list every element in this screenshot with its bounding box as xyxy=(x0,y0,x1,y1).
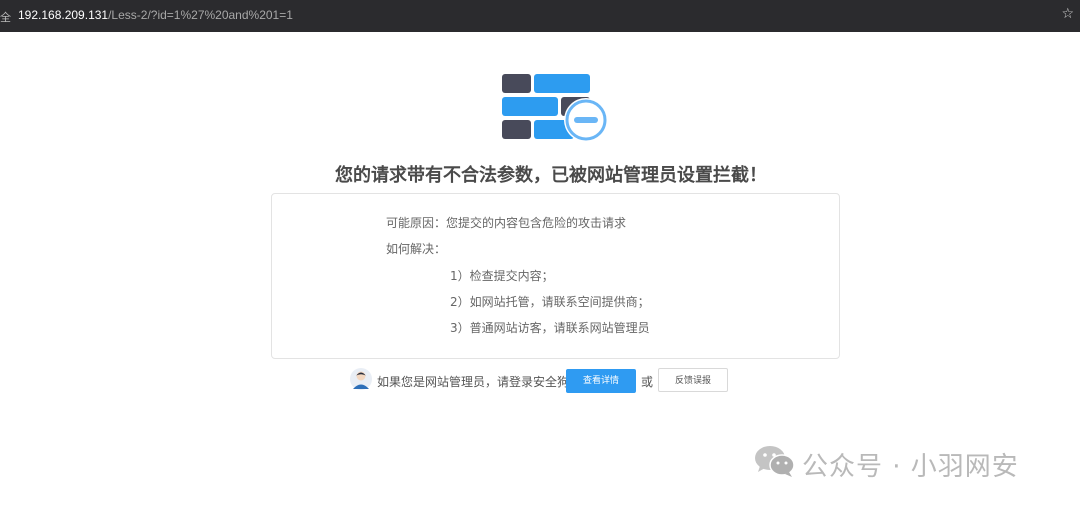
step-item: 1）检查提交内容； xyxy=(450,269,554,283)
watermark: 公众号 · 小羽网安 xyxy=(754,442,1054,482)
wechat-icon xyxy=(755,446,795,477)
security-indicator[interactable]: 全 xyxy=(0,9,11,25)
admin-row: 如果您是网站管理员，请登录安全狗 查看详情 或 反馈误报 xyxy=(350,368,750,394)
admin-prompt-text: 如果您是网站管理员，请登录安全狗 xyxy=(377,375,570,389)
url-host: 192.168.209.131 xyxy=(18,8,109,22)
step-item: 2）如网站托管，请联系空间提供商； xyxy=(450,295,650,309)
address-bar: 全 192.168.209.131/Less-2/?id=1%27%20and%… xyxy=(0,0,1080,32)
url-field[interactable]: 192.168.209.131/Less-2/?id=1%27%20and%20… xyxy=(18,8,293,22)
url-path: /Less-2/?id=1%27%20and%201=1 xyxy=(108,8,293,22)
view-details-button[interactable]: 查看详情 xyxy=(566,369,636,393)
watermark-text: 公众号 · 小羽网安 xyxy=(802,452,1019,482)
star-icon[interactable]: ☆ xyxy=(1061,6,1074,22)
or-text: 或 xyxy=(641,375,654,389)
report-false-positive-button[interactable]: 反馈误报 xyxy=(658,368,728,392)
reason-text: 可能原因：您提交的内容包含危险的攻击请求 xyxy=(386,216,627,230)
info-box: 可能原因：您提交的内容包含危险的攻击请求 如何解决： 1）检查提交内容； 2）如… xyxy=(271,193,840,359)
firewall-block-icon xyxy=(502,74,608,142)
how-to-heading: 如何解决： xyxy=(386,242,447,256)
step-item: 3）普通网站访客，请联系网站管理员 xyxy=(450,321,650,335)
page-title: 您的请求带有不合法参数，已被网站管理员设置拦截！ xyxy=(335,165,767,186)
admin-avatar-icon xyxy=(350,368,372,390)
